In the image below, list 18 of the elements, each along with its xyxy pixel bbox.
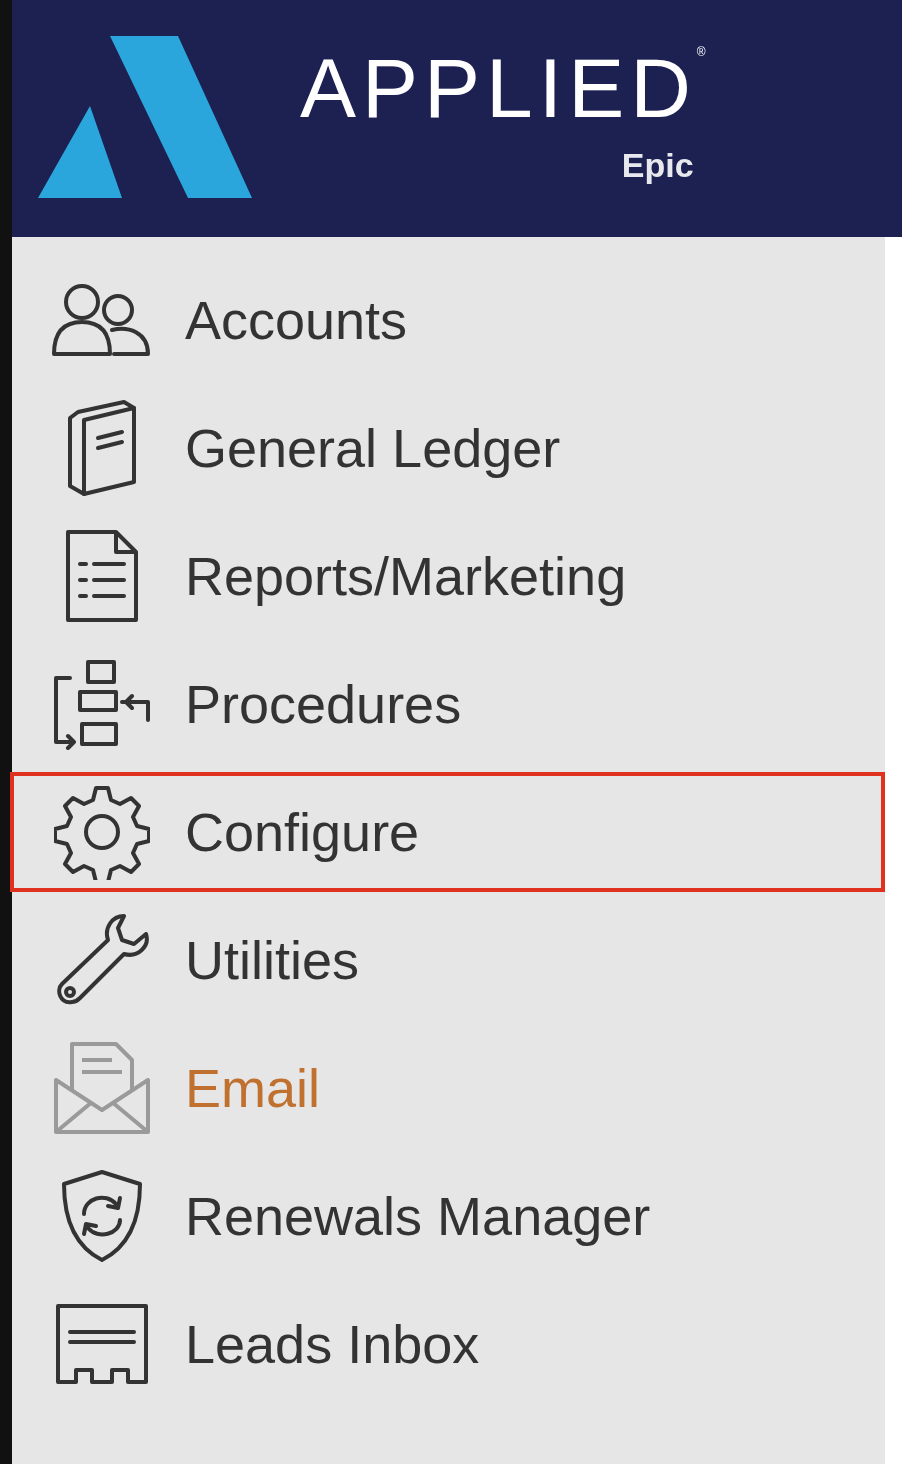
brand-name: APPLIED — [300, 45, 697, 130]
menu-item[interactable]: Leads Inbox — [12, 1284, 885, 1404]
menu-item[interactable]: General Ledger — [12, 388, 885, 508]
list-document-icon — [64, 528, 140, 624]
registered-mark: ® — [696, 45, 706, 58]
gear-icon — [54, 784, 150, 880]
menu-item[interactable]: Configure — [10, 772, 885, 892]
ticket-icon — [54, 1302, 150, 1386]
menu-item[interactable]: Procedures — [12, 644, 885, 764]
envelope-icon — [52, 1040, 152, 1136]
menu-item[interactable]: Accounts — [12, 260, 885, 380]
menu-item[interactable]: Reports/Marketing — [12, 516, 885, 636]
shield-refresh-icon — [60, 1168, 144, 1264]
flowchart-icon — [52, 658, 152, 750]
people-icon — [52, 282, 152, 358]
product-name: Epic — [621, 147, 694, 182]
menu-item[interactable]: Utilities — [12, 900, 885, 1020]
menu-item[interactable]: Renewals Manager — [12, 1156, 885, 1276]
